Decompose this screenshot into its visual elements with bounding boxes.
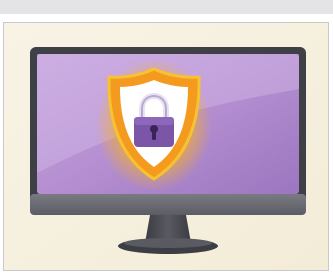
computer-security-illustration [4,23,328,270]
padlock-body-highlight [134,117,174,125]
monitor-stand-base-top [124,238,212,248]
security-illustration-frame [3,22,329,271]
monitor-chin [30,194,306,215]
page [0,0,333,275]
padlock-keyhole-slot [152,131,156,140]
top-gray-bar [0,0,333,14]
